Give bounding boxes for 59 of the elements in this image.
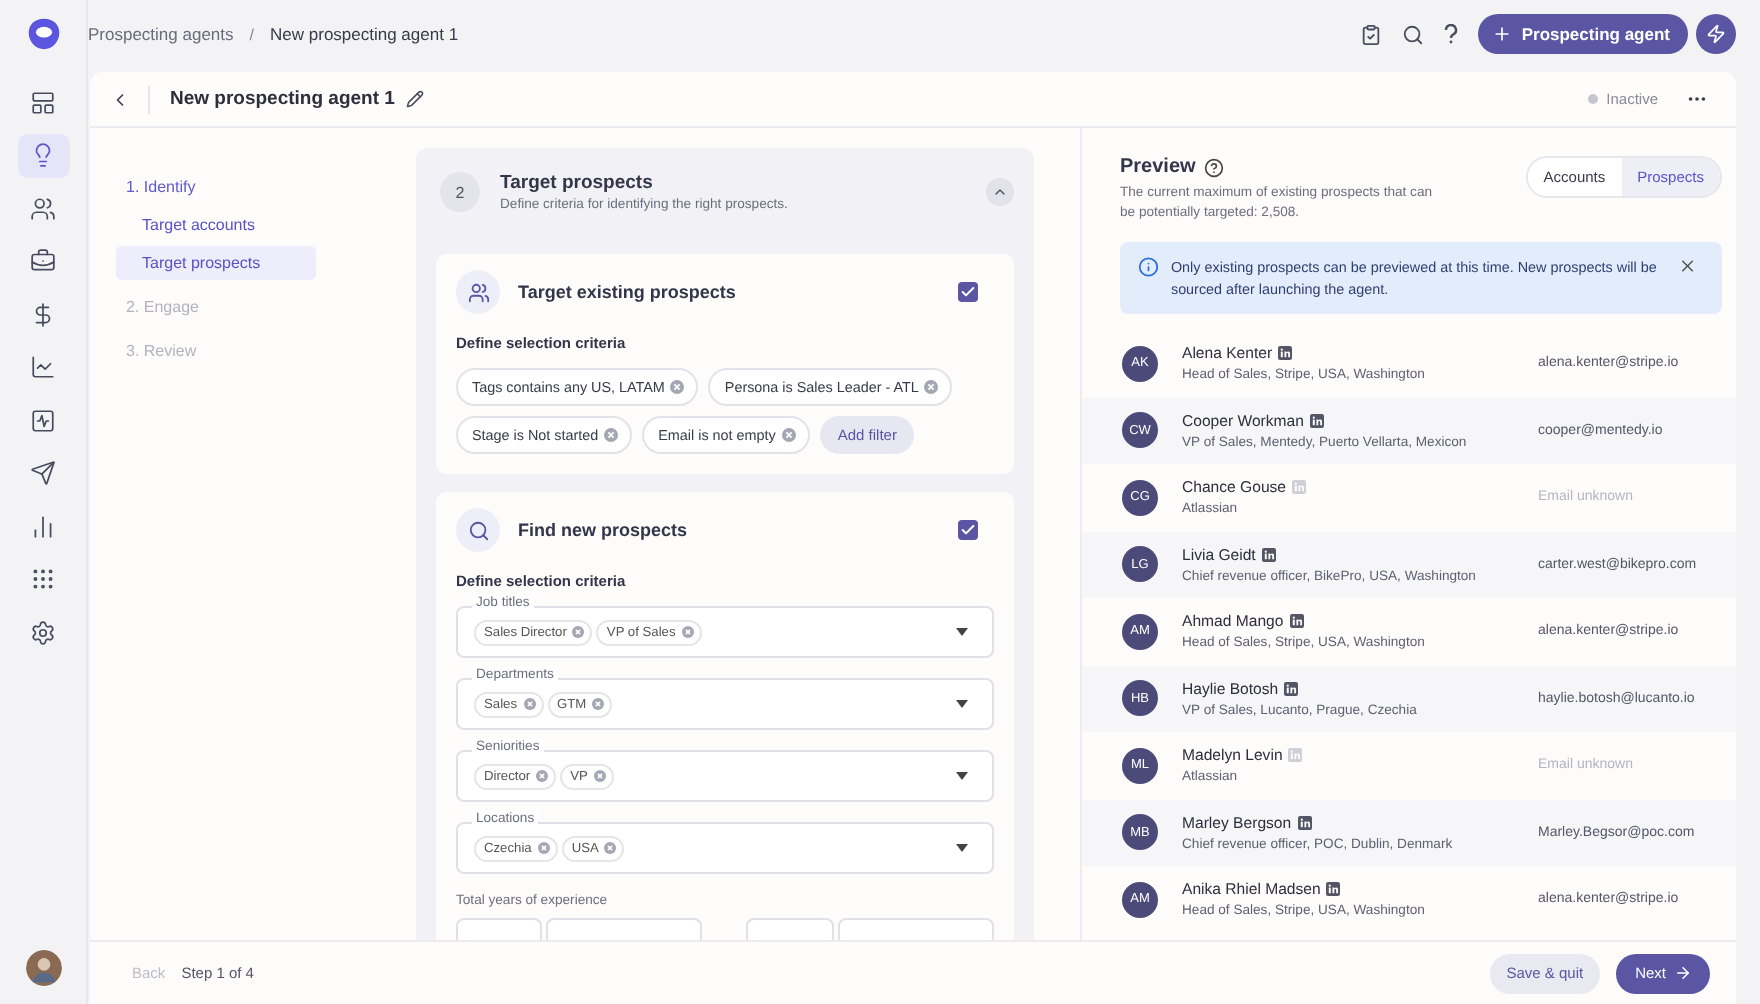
quick-action-button[interactable] [1696, 14, 1736, 54]
input-field[interactable] [838, 918, 995, 940]
breadcrumb-separator: / [249, 25, 255, 43]
chevron-up-icon [992, 184, 1008, 200]
card-title: Target existing prospects [518, 282, 736, 302]
substep-link[interactable]: Target prospects [116, 246, 316, 280]
linkedin-icon[interactable] [1284, 681, 1299, 696]
checkbox[interactable] [958, 282, 978, 302]
linkedin-icon[interactable] [1309, 413, 1324, 428]
dollar-icon [30, 301, 56, 327]
close-icon[interactable] [1678, 256, 1698, 276]
help-icon[interactable] [1443, 24, 1458, 44]
linkedin-icon[interactable] [1261, 547, 1276, 562]
users-icon [30, 195, 56, 221]
linkedin-icon[interactable] [1297, 815, 1312, 830]
edit-icon[interactable] [406, 90, 425, 108]
send-icon [30, 460, 56, 486]
arrow-right-icon [1674, 964, 1692, 982]
substep-link[interactable]: Target accounts [116, 208, 316, 242]
activity-icon [30, 407, 56, 433]
checkbox[interactable] [958, 520, 978, 540]
people-icon [456, 270, 500, 314]
linkedin-icon[interactable] [1278, 346, 1293, 361]
section-title: Target prospects [500, 172, 655, 194]
new-agent-button[interactable]: Prospecting agent [1477, 14, 1688, 54]
lightbulb-icon [30, 142, 56, 168]
grid-icon [30, 566, 56, 592]
step-number: 2 [440, 172, 480, 212]
caret-icon [956, 844, 968, 852]
step-link[interactable]: 1. Identify [116, 164, 400, 208]
search-icon [456, 508, 500, 552]
plus-icon [1491, 24, 1512, 44]
caret-icon [956, 700, 968, 708]
layout-icon [30, 89, 56, 115]
input-field[interactable] [746, 918, 835, 940]
search-icon[interactable] [1401, 23, 1424, 45]
bar-chart-icon [30, 513, 56, 539]
caret-icon [956, 628, 968, 636]
settings-icon [30, 619, 56, 645]
checklist-icon[interactable] [1359, 23, 1382, 45]
user-avatar[interactable] [25, 950, 61, 986]
linkedin-icon[interactable] [1326, 882, 1341, 897]
preview-title: Preview [1120, 156, 1196, 178]
info-icon [1138, 256, 1159, 278]
help-icon[interactable] [1203, 157, 1224, 177]
input-field[interactable] [456, 918, 543, 940]
linkedin-icon[interactable] [1289, 614, 1304, 629]
logo-icon[interactable] [25, 16, 61, 52]
sidebar-item[interactable] [17, 133, 69, 177]
trend-chart-icon [30, 354, 56, 380]
input-field[interactable] [546, 918, 703, 940]
status-dot [1588, 94, 1599, 104]
lightning-icon [1706, 24, 1726, 44]
briefcase-icon [30, 248, 56, 274]
card-title: Find new prospects [518, 520, 688, 540]
breadcrumb-link[interactable]: New prospecting agent 1 [270, 24, 459, 44]
breadcrumb-link[interactable]: Prospecting agents [88, 24, 234, 44]
caret-icon [956, 772, 968, 780]
agent-title: New prospecting agent 1 [170, 88, 395, 110]
